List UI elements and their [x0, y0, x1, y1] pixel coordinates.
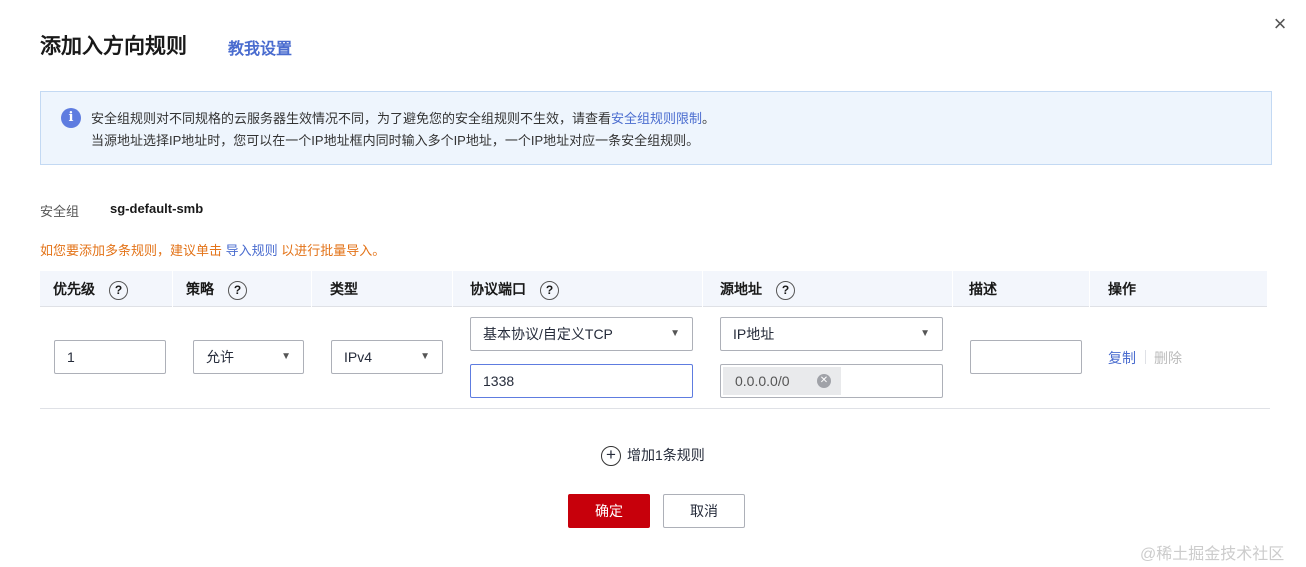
help-icon[interactable]: ?	[776, 280, 795, 300]
import-notice: 如您要添加多条规则，建议单击 导入规则 以进行批量导入。	[40, 240, 385, 259]
info-banner: i 安全组规则对不同规格的云服务器生效情况不同，为了避免您的安全组规则不生效，请…	[40, 91, 1272, 165]
header-label: 优先级	[53, 281, 95, 297]
rule-limit-link[interactable]: 安全组规则限制	[611, 111, 702, 126]
security-group-label: 安全组	[40, 204, 80, 219]
notice-text: 如您要添加多条规则，建议单击	[40, 243, 226, 258]
info-line-2: 当源地址选择IP地址时，您可以在一个IP地址框内同时输入多个IP地址，一个IP地…	[91, 133, 700, 148]
copy-button[interactable]: 复制	[1108, 348, 1136, 368]
header-label: 策略	[186, 281, 214, 297]
header-type: 类型	[312, 271, 453, 307]
plus-circle-icon: +	[601, 446, 621, 467]
add-rule-button[interactable]: + 增加1条规则	[601, 445, 705, 467]
port-input[interactable]: 1338	[470, 364, 693, 398]
description-input[interactable]	[970, 340, 1082, 374]
notice-text: 以进行批量导入。	[277, 243, 386, 258]
header-source: 源地址?	[703, 271, 953, 307]
dialog-title: 添加入方向规则	[40, 35, 187, 58]
remove-tag-icon[interactable]: ✕	[817, 374, 831, 388]
source-type-select[interactable]: IP地址	[720, 317, 943, 351]
type-select[interactable]: IPv4	[331, 340, 443, 374]
protocol-select[interactable]: 基本协议/自定义TCP	[470, 317, 693, 351]
add-rule-label: 增加1条规则	[627, 447, 705, 463]
security-group-value: sg-default-smb	[110, 201, 204, 216]
info-text: 。	[702, 111, 716, 126]
import-rules-link[interactable]: 导入规则	[226, 243, 278, 258]
header-actions: 操作	[1090, 271, 1268, 307]
header-policy: 策略?	[173, 271, 312, 307]
header-description: 描述	[953, 271, 1090, 307]
ip-tag: 0.0.0.0/0 ✕	[723, 367, 841, 395]
header-label: 协议端口	[470, 281, 526, 297]
info-text: 安全组规则对不同规格的云服务器生效情况不同，为了避免您的安全组规则不生效，请查看	[91, 111, 612, 126]
header-priority: 优先级?	[40, 271, 173, 307]
help-link[interactable]: 教我设置	[228, 35, 292, 59]
help-icon[interactable]: ?	[540, 280, 559, 300]
table-header: 优先级? 策略? 类型 协议端口? 源地址? 描述 操作	[40, 271, 1268, 307]
confirm-button[interactable]: 确定	[568, 494, 650, 528]
policy-select[interactable]: 允许	[193, 340, 304, 374]
cancel-button[interactable]: 取消	[663, 494, 745, 528]
row-divider	[40, 408, 1270, 409]
info-line-1: 安全组规则对不同规格的云服务器生效情况不同，为了避免您的安全组规则不生效，请查看…	[91, 108, 715, 127]
priority-input[interactable]: 1	[54, 340, 166, 374]
delete-button[interactable]: 删除	[1154, 348, 1182, 368]
header-protocol: 协议端口?	[453, 271, 703, 307]
close-icon[interactable]: ×	[1268, 12, 1292, 36]
watermark: @稀土掘金技术社区	[1140, 546, 1285, 563]
source-ip-input[interactable]: 0.0.0.0/0 ✕	[720, 364, 943, 398]
header-label: 源地址	[720, 281, 762, 297]
info-icon: i	[61, 108, 81, 128]
ip-tag-label: 0.0.0.0/0	[735, 373, 790, 389]
help-icon[interactable]: ?	[228, 280, 247, 300]
help-icon[interactable]: ?	[109, 280, 128, 300]
divider	[1145, 350, 1146, 364]
